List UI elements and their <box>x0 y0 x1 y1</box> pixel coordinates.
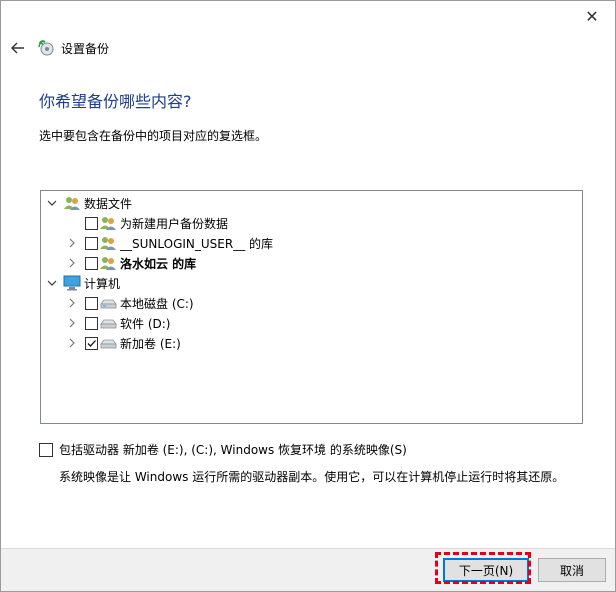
drive-icon <box>100 339 117 349</box>
next-button[interactable]: 下一页(N) <box>443 558 529 582</box>
computer-icon <box>63 275 81 291</box>
system-image-label: 包括驱动器 新加卷 (E:), (C:), Windows 恢复环境 的系统映像… <box>59 443 407 457</box>
checkbox[interactable] <box>85 256 98 270</box>
tree-node-drive-e[interactable]: 新加卷 (E:) <box>67 333 181 353</box>
users-icon <box>100 257 116 270</box>
chevron-right-icon[interactable] <box>67 338 77 348</box>
tree-node-drive-c[interactable]: 本地磁盘 (C:) <box>67 293 194 313</box>
users-icon <box>100 217 116 230</box>
chevron-right-icon[interactable] <box>67 238 77 248</box>
tree-node-label: 为新建用户备份数据 <box>120 216 229 231</box>
system-image-checkbox[interactable] <box>39 442 53 457</box>
chevron-down-icon[interactable] <box>47 278 57 288</box>
users-icon <box>64 197 80 210</box>
tree-node-new-user-data[interactable]: 为新建用户备份数据 <box>85 213 228 233</box>
checkbox[interactable] <box>85 296 98 310</box>
drive-icon <box>100 319 117 329</box>
footer-bar: 下一页(N) 取消 <box>1 548 615 591</box>
tree-node-user-library[interactable]: 洛水如云 的库 <box>67 253 196 273</box>
system-image-note: 系统映像是让 Windows 运行所需的驱动器副本。使用它，可以在计算机停止运行… <box>59 470 565 484</box>
tree-node-label: 新加卷 (E:) <box>120 336 181 351</box>
window-title: 设置备份 <box>61 41 110 56</box>
checkbox[interactable] <box>85 236 98 250</box>
page-heading: 你希望备份哪些内容? <box>39 92 192 111</box>
tree-node-computer[interactable]: 计算机 <box>47 273 120 293</box>
chevron-right-icon[interactable] <box>67 258 77 268</box>
tree-node-sunlogin-library[interactable]: __SUNLOGIN_USER__ 的库 <box>67 233 273 253</box>
tree-node-label: 本地磁盘 (C:) <box>120 296 194 311</box>
backup-setup-window: ✕ 设置备份 你希望备份哪些内容? 选中要包含在备份中的项目对应的复选框。 数据… <box>0 0 616 592</box>
tree-node-drive-d[interactable]: 软件 (D:) <box>67 313 170 333</box>
cancel-button[interactable]: 取消 <box>538 558 606 582</box>
chevron-right-icon[interactable] <box>67 298 77 308</box>
tree-node-label: __SUNLOGIN_USER__ 的库 <box>120 236 274 251</box>
tree-node-label: 计算机 <box>84 276 121 291</box>
checkmark-icon <box>87 339 96 347</box>
tree-node-label: 数据文件 <box>84 196 133 211</box>
tree-node-label: 软件 (D:) <box>120 316 171 331</box>
tree-node-label: 洛水如云 的库 <box>120 256 197 271</box>
close-icon: ✕ <box>585 6 599 26</box>
backup-items-tree[interactable]: 数据文件 为新建用户备份数据 __SUNLOGIN_USER__ 的库 洛水如云… <box>40 190 583 424</box>
cancel-button-label: 取消 <box>559 563 584 578</box>
tree-node-data-files[interactable]: 数据文件 <box>47 193 132 213</box>
backup-app-icon <box>38 40 54 56</box>
close-button[interactable]: ✕ <box>569 1 615 31</box>
title-bar: 设置备份 <box>9 37 109 59</box>
drive-icon <box>100 299 117 309</box>
checkbox[interactable] <box>85 316 98 330</box>
users-icon <box>100 237 116 250</box>
back-arrow-icon[interactable] <box>9 39 27 57</box>
system-image-option[interactable]: 包括驱动器 新加卷 (E:), (C:), Windows 恢复环境 的系统映像… <box>39 441 407 458</box>
instruction-text: 选中要包含在备份中的项目对应的复选框。 <box>39 129 268 143</box>
checkbox[interactable] <box>85 216 98 230</box>
chevron-right-icon[interactable] <box>67 318 77 328</box>
chevron-down-icon[interactable] <box>47 198 57 208</box>
next-button-label: 下一页(N) <box>458 563 514 578</box>
checkbox-checked[interactable] <box>85 336 98 350</box>
